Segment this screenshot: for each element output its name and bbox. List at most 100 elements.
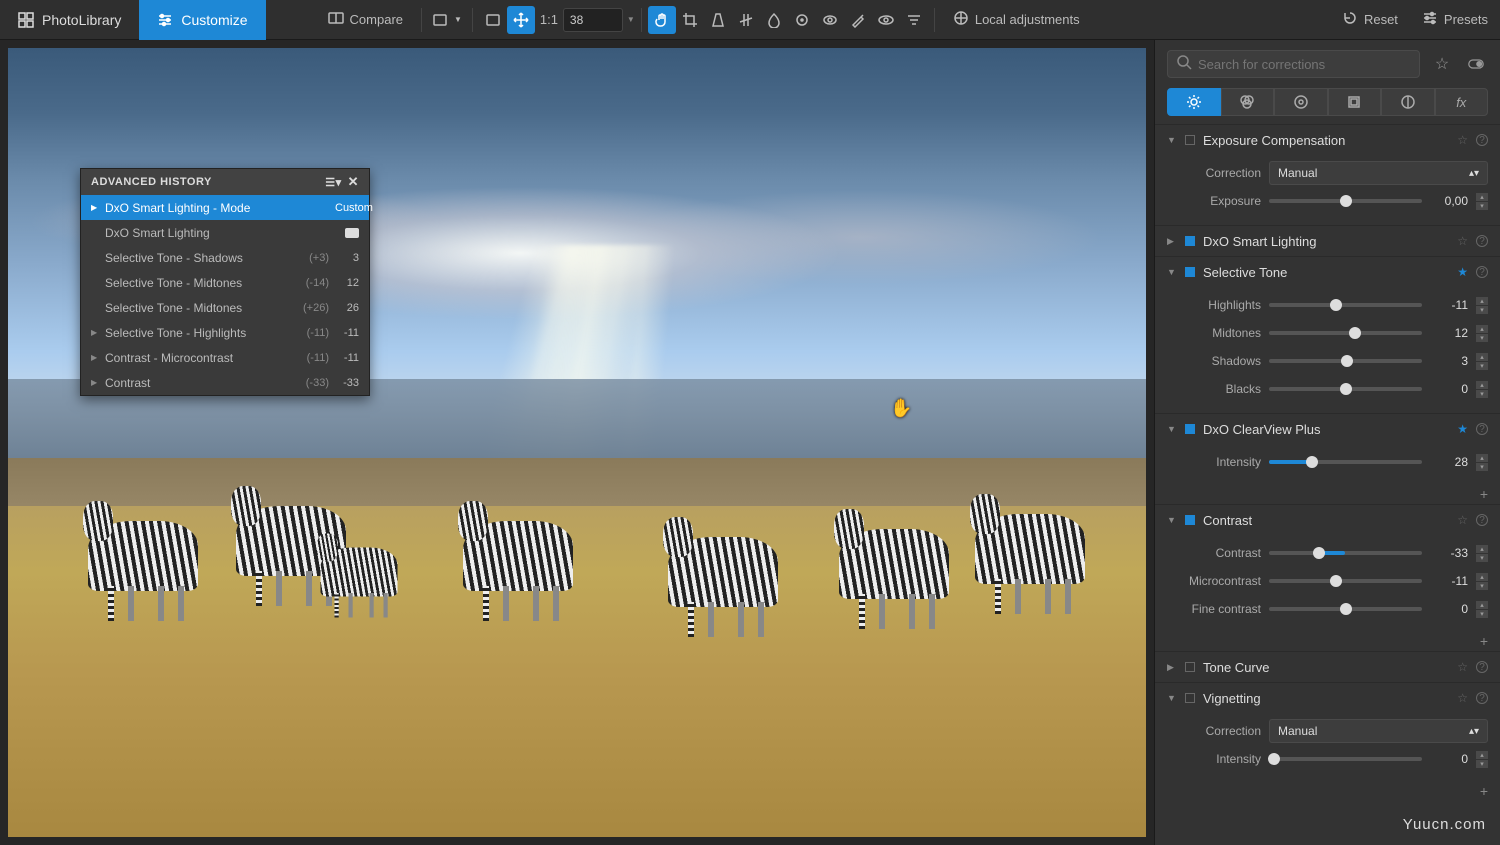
history-item[interactable]: DxO Smart Lighting [81,220,369,245]
presets-button[interactable]: Presets [1410,6,1500,34]
shadows-slider[interactable] [1269,359,1422,363]
selective-tone-header[interactable]: ▼ Selective Tone ★ ? [1155,257,1500,287]
light-tab[interactable] [1167,88,1221,116]
clearview-checkbox[interactable] [1185,424,1195,434]
vig-correction-select[interactable]: Manual▴▾ [1269,719,1488,743]
clearview-header[interactable]: ▼ DxO ClearView Plus ★ ? [1155,414,1500,444]
detail-tab[interactable] [1274,88,1328,116]
star-icon[interactable]: ★ [1457,422,1468,436]
contrast-checkbox[interactable] [1185,515,1195,525]
star-icon[interactable]: ★ [1457,265,1468,279]
contrast-slider[interactable] [1269,551,1422,555]
move-tool-button[interactable] [507,6,535,34]
perspective-tool[interactable] [704,6,732,34]
blacks-slider[interactable] [1269,387,1422,391]
selective-tone-checkbox[interactable] [1185,267,1195,277]
fit-button[interactable] [479,6,507,34]
star-icon[interactable]: ☆ [1457,660,1468,674]
smart-lighting-checkbox[interactable] [1185,236,1195,246]
help-icon[interactable]: ? [1476,514,1488,526]
zoom-input[interactable] [563,8,623,32]
vig-intensity-stepper[interactable]: ▴▾ [1476,751,1488,768]
cv-intensity-stepper[interactable]: ▴▾ [1476,454,1488,471]
smart-lighting-header[interactable]: ▶ DxO Smart Lighting ☆ ? [1155,226,1500,256]
highlights-stepper[interactable]: ▴▾ [1476,297,1488,314]
add-button[interactable]: + [1155,633,1500,651]
tonecurve-checkbox[interactable] [1185,662,1195,672]
compare-label: Compare [350,12,403,27]
local-adjustments-button[interactable]: Local adjustments [941,6,1092,34]
micro-stepper[interactable]: ▴▾ [1476,573,1488,590]
customize-tab[interactable]: Customize [139,0,265,40]
exposure-slider[interactable] [1269,199,1422,203]
close-icon[interactable]: ✕ [348,174,359,190]
history-menu-icon[interactable]: ☰▾ [325,176,341,189]
star-icon[interactable]: ☆ [1457,513,1468,527]
help-icon[interactable]: ? [1476,423,1488,435]
help-icon[interactable]: ? [1476,661,1488,673]
help-icon[interactable]: ? [1476,235,1488,247]
star-icon[interactable]: ☆ [1457,234,1468,248]
spot-tool[interactable] [788,6,816,34]
history-item[interactable]: Selective Tone - Midtones(-14)12 [81,270,369,295]
repair-tool[interactable] [844,6,872,34]
cv-intensity-slider[interactable] [1269,460,1422,464]
toggle-switch-icon[interactable] [1464,52,1488,76]
local-tab[interactable] [1381,88,1435,116]
add-button[interactable]: + [1155,486,1500,504]
help-icon[interactable]: ? [1476,692,1488,704]
blacks-stepper[interactable]: ▴▾ [1476,381,1488,398]
customize-label: Customize [181,12,247,28]
vig-intensity-slider[interactable] [1269,757,1422,761]
effects-tab[interactable]: fx [1435,88,1489,116]
exposure-title: Exposure Compensation [1203,133,1449,148]
exposure-correction-select[interactable]: Manual▴▾ [1269,161,1488,185]
history-header[interactable]: ADVANCED HISTORY ☰▾ ✕ [81,169,369,195]
hand-tool[interactable] [648,6,676,34]
redeye-tool[interactable] [816,6,844,34]
contrast-stepper[interactable]: ▴▾ [1476,545,1488,562]
whitebalance-tool[interactable] [760,6,788,34]
highlights-slider[interactable] [1269,303,1422,307]
vignetting-header[interactable]: ▼ Vignetting ☆ ? [1155,683,1500,713]
layout-dropdown[interactable]: ▼ [428,6,466,34]
exposure-checkbox[interactable] [1185,135,1195,145]
filter-tool[interactable] [900,6,928,34]
search-corrections-input[interactable] [1167,50,1420,78]
history-item[interactable]: ▶Contrast(-33)-33 [81,370,369,395]
zoom-ratio-button[interactable]: 1:1 [535,6,563,34]
reset-button[interactable]: Reset [1330,6,1410,34]
help-icon[interactable]: ? [1476,266,1488,278]
reset-label: Reset [1364,12,1398,27]
fine-slider[interactable] [1269,607,1422,611]
vignetting-checkbox[interactable] [1185,693,1195,703]
geometry-tab[interactable] [1328,88,1382,116]
midtones-stepper[interactable]: ▴▾ [1476,325,1488,342]
add-button[interactable]: + [1155,783,1500,801]
history-item[interactable]: ▶Selective Tone - Highlights(-11)-11 [81,320,369,345]
history-item[interactable]: ▶DxO Smart Lighting - ModeCustom [81,195,369,220]
star-icon[interactable]: ☆ [1457,133,1468,147]
micro-slider[interactable] [1269,579,1422,583]
help-icon[interactable]: ? [1476,134,1488,146]
preview-tool[interactable] [872,6,900,34]
favorite-filter-icon[interactable]: ☆ [1430,52,1454,76]
contrast-header[interactable]: ▼ Contrast ☆ ? [1155,505,1500,535]
crop-tool[interactable] [676,6,704,34]
horizon-tool[interactable] [732,6,760,34]
history-item[interactable]: ▶Contrast - Microcontrast(-11)-11 [81,345,369,370]
midtones-slider[interactable] [1269,331,1422,335]
canvas-area[interactable]: ✋ ADVANCED HISTORY ☰▾ ✕ ▶DxO Smart Light… [0,40,1154,845]
history-item[interactable]: Selective Tone - Shadows(+3)3 [81,245,369,270]
exposure-section-header[interactable]: ▼ Exposure Compensation ☆ ? [1155,125,1500,155]
photolibrary-tab[interactable]: PhotoLibrary [0,0,139,40]
color-tab[interactable] [1221,88,1275,116]
exposure-stepper[interactable]: ▴▾ [1476,193,1488,210]
tonecurve-header[interactable]: ▶ Tone Curve ☆ ? [1155,652,1500,682]
chevron-down-icon: ▼ [1167,267,1177,277]
history-item[interactable]: Selective Tone - Midtones(+26)26 [81,295,369,320]
shadows-stepper[interactable]: ▴▾ [1476,353,1488,370]
compare-button[interactable]: Compare [316,6,415,34]
star-icon[interactable]: ☆ [1457,691,1468,705]
fine-stepper[interactable]: ▴▾ [1476,601,1488,618]
